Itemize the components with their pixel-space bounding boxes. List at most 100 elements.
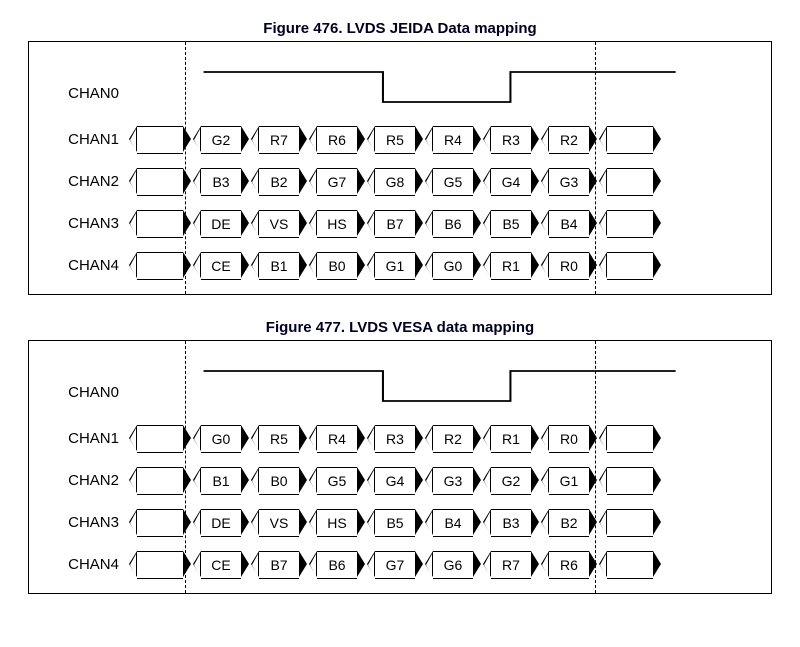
data-cell-label: B0 (317, 252, 357, 280)
data-cell: R1 (491, 252, 531, 278)
data-cell-label: R6 (549, 551, 589, 579)
data-cell: R3 (375, 425, 415, 451)
data-cell: G8 (375, 168, 415, 194)
data-cell: G2 (201, 126, 241, 152)
data-cell: B5 (375, 509, 415, 535)
channel-label: CHAN0 (43, 85, 129, 108)
data-lane: G0R5R4R3R2R1R0 (129, 425, 757, 451)
data-cell-label: B6 (433, 210, 473, 238)
data-cell: G7 (317, 168, 357, 194)
data-cell-label: G7 (317, 168, 357, 196)
data-cell-label: DE (201, 509, 241, 537)
data-cell-label: G0 (433, 252, 473, 280)
data-cell-label: R3 (491, 126, 531, 154)
data-cell: B6 (317, 551, 357, 577)
row-chan2: CHAN2B1B0G5G4G3G2G1 (43, 463, 757, 497)
data-cell-label: B7 (259, 551, 299, 579)
blank-cell (607, 551, 653, 577)
data-cell-label: G6 (433, 551, 473, 579)
data-cell: G4 (375, 467, 415, 493)
blank-cell (607, 467, 653, 493)
data-cell-label: CE (201, 252, 241, 280)
data-cell: VS (259, 509, 299, 535)
data-lane: DE VS HS B7 B6 B5 B4 (129, 210, 757, 236)
data-cell: R1 (491, 425, 531, 451)
data-cell: G6 (433, 551, 473, 577)
data-cell-label: B5 (491, 210, 531, 238)
data-cell-label: HS (317, 509, 357, 537)
data-cell: R2 (433, 425, 473, 451)
data-cell-label: B4 (549, 210, 589, 238)
data-cell: G5 (317, 467, 357, 493)
figure-box: CHAN0CHAN1G0R5R4R3R2R1R0CHAN2B1B0G5G4G3G… (28, 340, 772, 594)
channel-label: CHAN1 (43, 430, 129, 447)
data-cell-label: B7 (375, 210, 415, 238)
channel-label: CHAN4 (43, 257, 129, 274)
data-cell: HS (317, 509, 357, 535)
data-cell: G0 (433, 252, 473, 278)
data-cell-label: B1 (259, 252, 299, 280)
data-cell-label: G5 (433, 168, 473, 196)
figure-title: Figure 477. LVDS VESA data mapping (28, 319, 772, 336)
data-cell: R4 (317, 425, 357, 451)
data-cell-label: G2 (491, 467, 531, 495)
figure-0: Figure 476. LVDS JEIDA Data mappingCHAN0… (28, 20, 772, 295)
data-cell-label: B3 (201, 168, 241, 196)
data-cell: CE (201, 551, 241, 577)
figure-box: CHAN0CHAN1G2R7R6R5R4R3R2CHAN2B3B2G7G8G5G… (28, 41, 772, 295)
data-cell-label: R5 (259, 425, 299, 453)
data-cell-label: R7 (259, 126, 299, 154)
data-lane: CEB1B0G1G0R1R0 (129, 252, 757, 278)
data-cell: B3 (201, 168, 241, 194)
data-cell: B0 (317, 252, 357, 278)
data-cell: G4 (491, 168, 531, 194)
data-cell: B5 (491, 210, 531, 236)
data-cell-label: G8 (375, 168, 415, 196)
data-cell: R5 (259, 425, 299, 451)
data-cell: B7 (375, 210, 415, 236)
data-cell: G3 (549, 168, 589, 194)
row-chan0: CHAN0 (43, 359, 757, 407)
blank-cell (137, 126, 183, 152)
channel-label: CHAN0 (43, 384, 129, 407)
data-cell-label: G2 (201, 126, 241, 154)
data-cell-label: DE (201, 210, 241, 238)
blank-cell (137, 210, 183, 236)
clock-lane (129, 367, 757, 407)
data-cell: B4 (549, 210, 589, 236)
data-cell-label: B2 (549, 509, 589, 537)
data-cell: DE (201, 210, 241, 236)
channel-label: CHAN2 (43, 472, 129, 489)
data-cell-label: R2 (433, 425, 473, 453)
blank-cell (137, 467, 183, 493)
data-cell: B1 (259, 252, 299, 278)
data-cell: HS (317, 210, 357, 236)
data-cell-label: G5 (317, 467, 357, 495)
data-lane: B3 B2 G7 G8 G5 G4 G3 (129, 168, 757, 194)
data-cell: B2 (259, 168, 299, 194)
row-chan3: CHAN3DEVSHSB7B6B5B4 (43, 206, 757, 240)
blank-cell (607, 126, 653, 152)
data-cell-label: R7 (491, 551, 531, 579)
data-cell-label: G3 (549, 168, 589, 196)
data-cell-label: VS (259, 210, 299, 238)
data-cell: R2 (549, 126, 589, 152)
data-cell-label: R0 (549, 252, 589, 280)
data-cell: VS (259, 210, 299, 236)
blank-cell (607, 425, 653, 451)
clock-lane (129, 68, 757, 108)
data-cell: B7 (259, 551, 299, 577)
data-cell-label: G3 (433, 467, 473, 495)
data-cell-label: G4 (375, 467, 415, 495)
channel-label: CHAN2 (43, 173, 129, 190)
channel-label: CHAN1 (43, 131, 129, 148)
row-chan3: CHAN3DEVSHSB5B4B3B2 (43, 505, 757, 539)
data-cell-label: B2 (259, 168, 299, 196)
data-cell: R7 (491, 551, 531, 577)
data-cell: R3 (491, 126, 531, 152)
data-cell: G7 (375, 551, 415, 577)
row-chan1: CHAN1G2R7R6R5R4R3R2 (43, 122, 757, 156)
data-cell-label: R5 (375, 126, 415, 154)
data-cell-label: R1 (491, 252, 531, 280)
row-chan4: CHAN4CEB7B6G7G6R7R6 (43, 547, 757, 581)
